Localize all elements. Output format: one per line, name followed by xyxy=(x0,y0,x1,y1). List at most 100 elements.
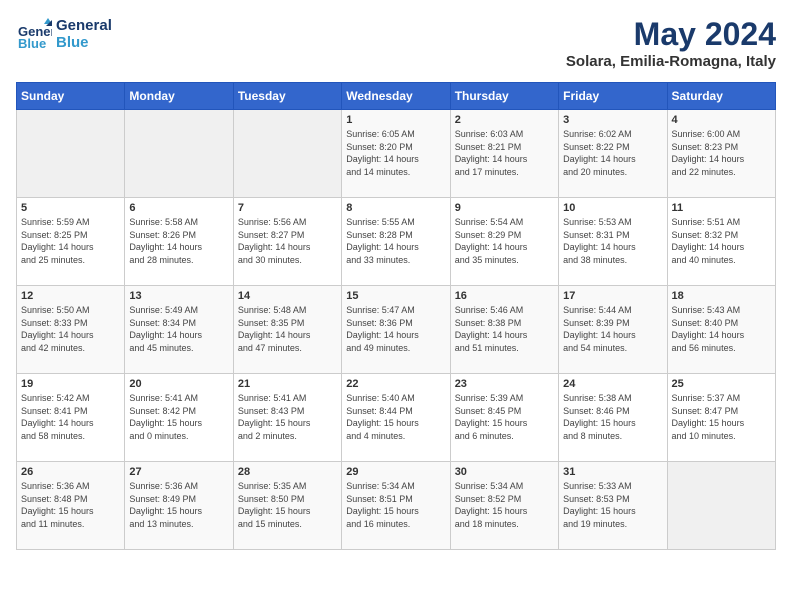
day-content: Sunrise: 5:59 AM Sunset: 8:25 PM Dayligh… xyxy=(21,216,120,266)
day-content: Sunrise: 5:42 AM Sunset: 8:41 PM Dayligh… xyxy=(21,392,120,442)
calendar-week-row: 19Sunrise: 5:42 AM Sunset: 8:41 PM Dayli… xyxy=(17,374,776,462)
day-content: Sunrise: 5:53 AM Sunset: 8:31 PM Dayligh… xyxy=(563,216,662,266)
day-content: Sunrise: 5:34 AM Sunset: 8:51 PM Dayligh… xyxy=(346,480,445,530)
calendar-cell: 21 Sunrise: 5:41 AM Sunset: 8:43 PM Dayli… xyxy=(233,374,341,462)
day-content: Sunrise: 6:03 AM Sunset: 8:21 PM Dayligh… xyxy=(455,128,554,178)
calendar-cell: 6 Sunrise: 5:58 AM Sunset: 8:26 PM Daylig… xyxy=(125,198,233,286)
day-content: Sunrise: 5:36 AM Sunset: 8:48 PM Dayligh… xyxy=(21,480,120,530)
calendar-week-row: 26 Sunrise: 5:36 AM Sunset: 8:48 PM Dayli… xyxy=(17,462,776,550)
calendar-cell: 12 Sunrise: 5:50 AM Sunset: 8:33 PM Dayli… xyxy=(17,286,125,374)
calendar-week-row: 1Sunrise: 6:05 AM Sunset: 8:20 PM Daylig… xyxy=(17,110,776,198)
col-header-friday: Friday xyxy=(559,83,667,110)
day-number: 10 xyxy=(563,202,662,214)
day-content: Sunrise: 5:36 AM Sunset: 8:49 PM Dayligh… xyxy=(129,480,228,530)
day-number: 11 xyxy=(672,202,771,214)
day-content: Sunrise: 5:47 AM Sunset: 8:36 PM Dayligh… xyxy=(346,304,445,354)
day-content: Sunrise: 5:39 AM Sunset: 8:45 PM Dayligh… xyxy=(455,392,554,442)
calendar-cell: 10 Sunrise: 5:53 AM Sunset: 8:31 PM Dayli… xyxy=(559,198,667,286)
day-number: 20 xyxy=(129,378,228,390)
day-number: 25 xyxy=(672,378,771,390)
day-number: 17 xyxy=(563,290,662,302)
day-number: 23 xyxy=(455,378,554,390)
calendar-cell: 31Sunrise: 5:33 AM Sunset: 8:53 PM Dayli… xyxy=(559,462,667,550)
day-number: 31 xyxy=(563,466,662,478)
day-content: Sunrise: 5:41 AM Sunset: 8:43 PM Dayligh… xyxy=(238,392,337,442)
day-content: Sunrise: 5:49 AM Sunset: 8:34 PM Dayligh… xyxy=(129,304,228,354)
col-header-thursday: Thursday xyxy=(450,83,558,110)
day-number: 16 xyxy=(455,290,554,302)
day-content: Sunrise: 6:05 AM Sunset: 8:20 PM Dayligh… xyxy=(346,128,445,178)
calendar-cell: 18 Sunrise: 5:43 AM Sunset: 8:40 PM Dayli… xyxy=(667,286,775,374)
calendar-cell: 9 Sunrise: 5:54 AM Sunset: 8:29 PM Daylig… xyxy=(450,198,558,286)
logo-text-blue: Blue xyxy=(56,34,112,51)
day-number: 13 xyxy=(129,290,228,302)
day-number: 12 xyxy=(21,290,120,302)
calendar-cell: 28 Sunrise: 5:35 AM Sunset: 8:50 PM Dayli… xyxy=(233,462,341,550)
calendar-cell: 16 Sunrise: 5:46 AM Sunset: 8:38 PM Dayli… xyxy=(450,286,558,374)
logo-icon: General Blue xyxy=(16,16,52,52)
calendar-week-row: 12 Sunrise: 5:50 AM Sunset: 8:33 PM Dayli… xyxy=(17,286,776,374)
calendar-cell: 25 Sunrise: 5:37 AM Sunset: 8:47 PM Dayli… xyxy=(667,374,775,462)
day-number: 28 xyxy=(238,466,337,478)
day-number: 27 xyxy=(129,466,228,478)
col-header-monday: Monday xyxy=(125,83,233,110)
col-header-tuesday: Tuesday xyxy=(233,83,341,110)
calendar-cell: 3 Sunrise: 6:02 AM Sunset: 8:22 PM Daylig… xyxy=(559,110,667,198)
calendar-week-row: 5Sunrise: 5:59 AM Sunset: 8:25 PM Daylig… xyxy=(17,198,776,286)
day-content: Sunrise: 6:00 AM Sunset: 8:23 PM Dayligh… xyxy=(672,128,771,178)
day-number: 14 xyxy=(238,290,337,302)
calendar-cell: 15 Sunrise: 5:47 AM Sunset: 8:36 PM Dayli… xyxy=(342,286,450,374)
day-number: 15 xyxy=(346,290,445,302)
page-header: General Blue General Blue May 2024 Solar… xyxy=(16,16,776,70)
day-number: 29 xyxy=(346,466,445,478)
day-content: Sunrise: 5:48 AM Sunset: 8:35 PM Dayligh… xyxy=(238,304,337,354)
calendar-cell: 27 Sunrise: 5:36 AM Sunset: 8:49 PM Dayli… xyxy=(125,462,233,550)
day-number: 9 xyxy=(455,202,554,214)
title-block: May 2024 Solara, Emilia-Romagna, Italy xyxy=(566,16,776,70)
calendar-cell: 17 Sunrise: 5:44 AM Sunset: 8:39 PM Dayli… xyxy=(559,286,667,374)
day-content: Sunrise: 5:37 AM Sunset: 8:47 PM Dayligh… xyxy=(672,392,771,442)
day-content: Sunrise: 5:35 AM Sunset: 8:50 PM Dayligh… xyxy=(238,480,337,530)
day-number: 4 xyxy=(672,114,771,126)
calendar-cell: 29 Sunrise: 5:34 AM Sunset: 8:51 PM Dayli… xyxy=(342,462,450,550)
month-year-title: May 2024 xyxy=(566,16,776,53)
day-content: Sunrise: 5:46 AM Sunset: 8:38 PM Dayligh… xyxy=(455,304,554,354)
day-content: Sunrise: 5:54 AM Sunset: 8:29 PM Dayligh… xyxy=(455,216,554,266)
day-content: Sunrise: 5:34 AM Sunset: 8:52 PM Dayligh… xyxy=(455,480,554,530)
day-content: Sunrise: 6:02 AM Sunset: 8:22 PM Dayligh… xyxy=(563,128,662,178)
day-number: 24 xyxy=(563,378,662,390)
location-subtitle: Solara, Emilia-Romagna, Italy xyxy=(566,53,776,70)
day-number: 8 xyxy=(346,202,445,214)
day-number: 26 xyxy=(21,466,120,478)
day-content: Sunrise: 5:38 AM Sunset: 8:46 PM Dayligh… xyxy=(563,392,662,442)
day-content: Sunrise: 5:51 AM Sunset: 8:32 PM Dayligh… xyxy=(672,216,771,266)
day-content: Sunrise: 5:41 AM Sunset: 8:42 PM Dayligh… xyxy=(129,392,228,442)
col-header-sunday: Sunday xyxy=(17,83,125,110)
day-content: Sunrise: 5:43 AM Sunset: 8:40 PM Dayligh… xyxy=(672,304,771,354)
calendar-cell: 26 Sunrise: 5:36 AM Sunset: 8:48 PM Dayli… xyxy=(17,462,125,550)
day-content: Sunrise: 5:44 AM Sunset: 8:39 PM Dayligh… xyxy=(563,304,662,354)
calendar-cell xyxy=(17,110,125,198)
day-number: 6 xyxy=(129,202,228,214)
calendar-cell: 23 Sunrise: 5:39 AM Sunset: 8:45 PM Dayli… xyxy=(450,374,558,462)
svg-text:Blue: Blue xyxy=(18,36,46,51)
calendar-cell: 24 Sunrise: 5:38 AM Sunset: 8:46 PM Dayli… xyxy=(559,374,667,462)
calendar-cell: 11 Sunrise: 5:51 AM Sunset: 8:32 PM Dayli… xyxy=(667,198,775,286)
day-number: 3 xyxy=(563,114,662,126)
calendar-table: SundayMondayTuesdayWednesdayThursdayFrid… xyxy=(16,82,776,550)
day-number: 30 xyxy=(455,466,554,478)
calendar-cell: 30 Sunrise: 5:34 AM Sunset: 8:52 PM Dayli… xyxy=(450,462,558,550)
day-content: Sunrise: 5:50 AM Sunset: 8:33 PM Dayligh… xyxy=(21,304,120,354)
calendar-cell xyxy=(233,110,341,198)
calendar-cell: 4 Sunrise: 6:00 AM Sunset: 8:23 PM Daylig… xyxy=(667,110,775,198)
calendar-cell: 8Sunrise: 5:55 AM Sunset: 8:28 PM Daylig… xyxy=(342,198,450,286)
calendar-cell: 13 Sunrise: 5:49 AM Sunset: 8:34 PM Dayli… xyxy=(125,286,233,374)
day-content: Sunrise: 5:58 AM Sunset: 8:26 PM Dayligh… xyxy=(129,216,228,266)
day-content: Sunrise: 5:40 AM Sunset: 8:44 PM Dayligh… xyxy=(346,392,445,442)
day-number: 18 xyxy=(672,290,771,302)
calendar-cell: 5Sunrise: 5:59 AM Sunset: 8:25 PM Daylig… xyxy=(17,198,125,286)
col-header-wednesday: Wednesday xyxy=(342,83,450,110)
calendar-header-row: SundayMondayTuesdayWednesdayThursdayFrid… xyxy=(17,83,776,110)
day-number: 21 xyxy=(238,378,337,390)
calendar-cell: 1Sunrise: 6:05 AM Sunset: 8:20 PM Daylig… xyxy=(342,110,450,198)
